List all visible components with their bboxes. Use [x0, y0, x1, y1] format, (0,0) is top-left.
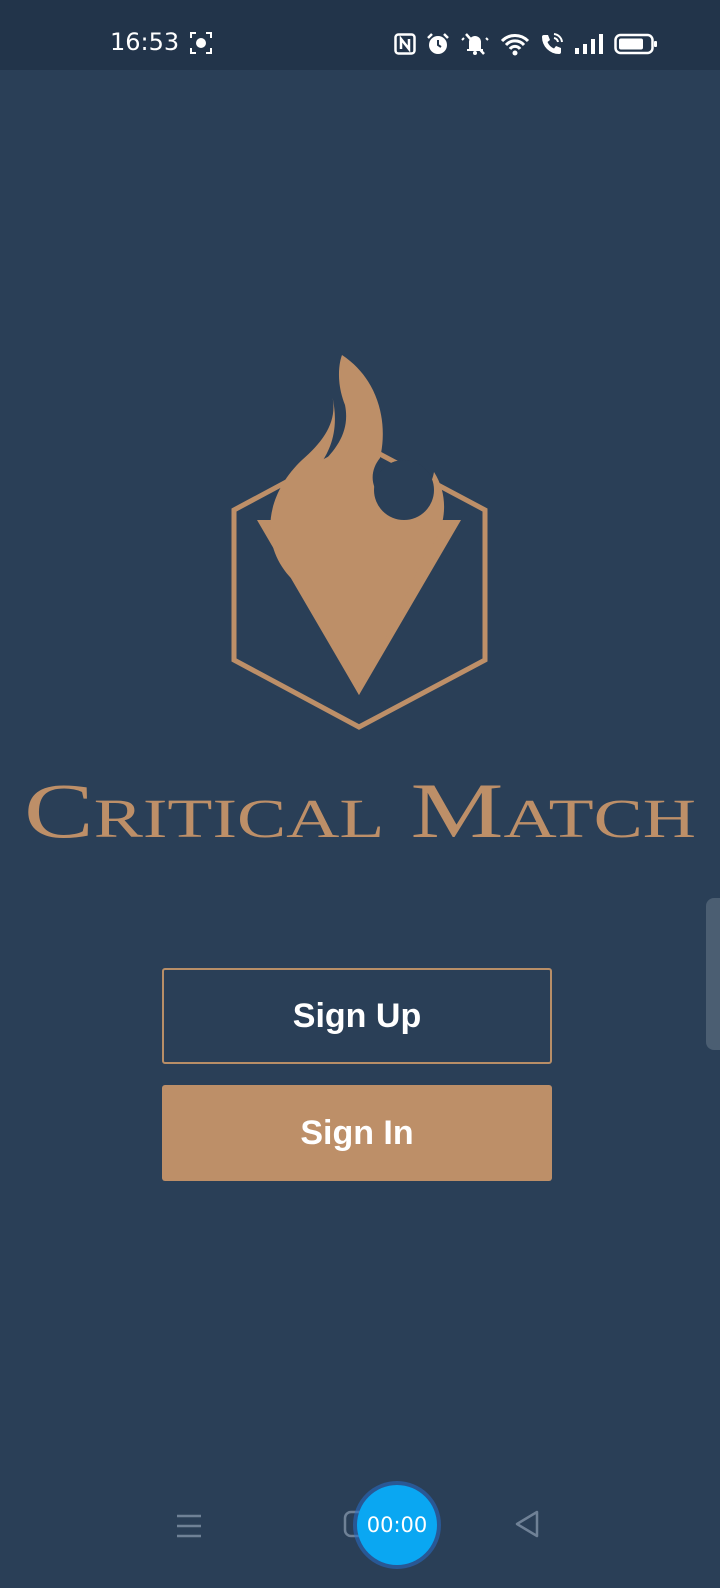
flame-hexagon-logo — [231, 355, 488, 730]
sign-up-label: Sign Up — [292, 996, 422, 1035]
nfc-icon — [394, 33, 416, 55]
alarm-icon — [427, 33, 449, 54]
recording-timer-bubble[interactable]: 00:00 — [357, 1485, 437, 1565]
screen-record-icon — [190, 32, 212, 54]
back-icon[interactable] — [514, 1510, 540, 1538]
battery-icon — [614, 33, 657, 55]
wifi-calling-icon — [542, 33, 563, 54]
menu-icon[interactable] — [176, 1513, 202, 1539]
signal-icon — [575, 34, 603, 54]
sign-in-button[interactable]: Sign In — [162, 1085, 552, 1181]
brand-name: Critical Match — [24, 767, 696, 854]
edge-panel-handle[interactable] — [706, 898, 720, 1050]
silent-icon — [461, 33, 489, 55]
status-icons — [394, 30, 658, 58]
status-bar: 16:53 — [0, 0, 720, 70]
wifi-icon — [500, 34, 530, 56]
status-time: 16:53 — [110, 28, 180, 56]
sign-up-button[interactable]: Sign Up — [162, 968, 552, 1064]
brand-name-text: Critical Match — [24, 767, 696, 854]
sign-in-label: Sign In — [300, 1113, 414, 1152]
recording-timer: 00:00 — [366, 1513, 428, 1537]
